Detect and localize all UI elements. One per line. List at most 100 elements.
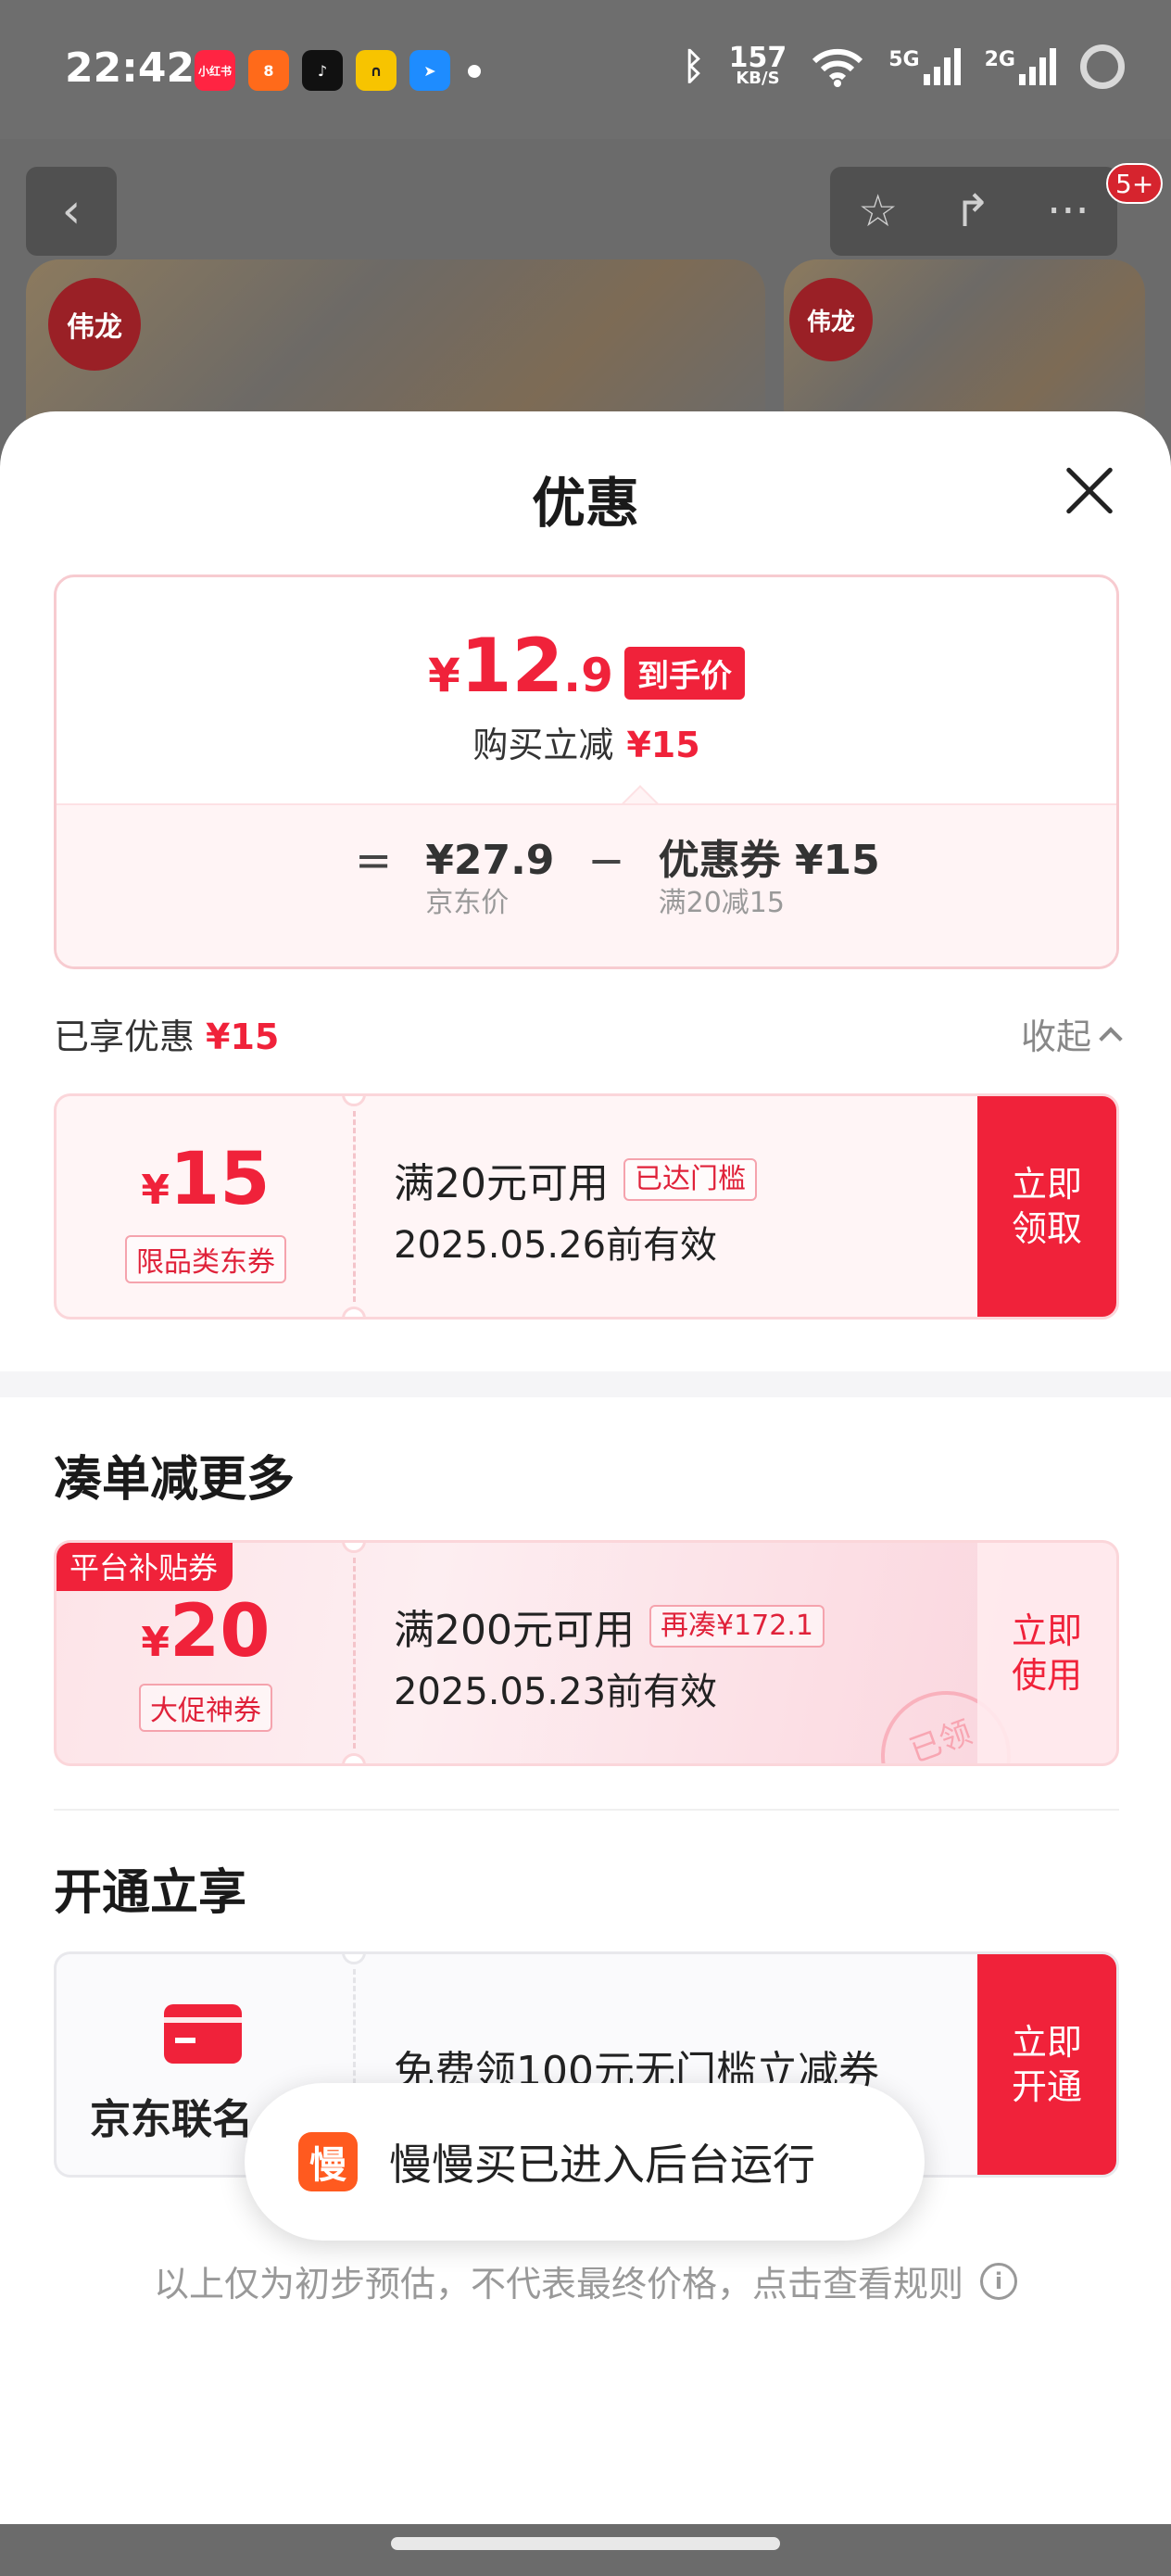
coupon-term: 优惠券 ¥15 满20减15	[659, 835, 880, 920]
claim-coupon-button[interactable]: 立即 领取	[977, 1096, 1116, 1317]
reduce-line: 购买立减 ¥15	[57, 716, 1116, 767]
credit-card-icon	[164, 2004, 242, 2064]
jd-price-value: ¥27.9	[425, 837, 555, 884]
equals-sign: =	[355, 835, 393, 887]
coupon-card-promo: ¥20 大促神券 平台补贴券 满200元可用 再凑¥172.1 2025.05.…	[54, 1540, 1119, 1766]
manmanmai-app-icon: 慢	[298, 2132, 358, 2191]
coupon-status-badge: 已达门槛	[623, 1158, 757, 1201]
use-coupon-button[interactable]: 立即 使用	[977, 1543, 1116, 1763]
signal-bars-icon	[1019, 48, 1056, 85]
kuaishou-icon: 8	[248, 50, 289, 91]
currency-symbol: ¥	[141, 1619, 170, 1666]
douyin-icon: ♪	[302, 50, 343, 91]
price-breakdown-card: ¥12.9 到手价 购买立减 ¥15 = ¥27.9 京东价 − 优惠券 ¥15 …	[54, 575, 1119, 969]
bluetooth-icon: ᛒ	[682, 45, 705, 88]
wifi-icon	[812, 48, 863, 87]
coupon-term-rule: 满20减15	[658, 887, 785, 919]
more-notifications-dot	[468, 65, 481, 78]
network-speed: 157 KB/S	[729, 44, 787, 88]
rules-footnote[interactable]: 以上仅为初步预估，不代表最终价格，点击查看规则 i	[0, 2255, 1171, 2306]
platform-subsidy-tag: 平台补贴券	[57, 1543, 233, 1591]
footnote-text: 以上仅为初步预估，不代表最终价格，点击查看规则	[153, 2264, 963, 2305]
back-button[interactable]: ‹	[26, 167, 117, 256]
final-price-integer: 12	[460, 623, 564, 709]
coupon-amount: ¥20	[57, 1595, 355, 1680]
coupon-cut	[342, 1753, 366, 1763]
coupon-condition-line: 满20元可用 已达门槛	[394, 1150, 757, 1209]
currency-symbol: ¥	[141, 1167, 170, 1214]
battery-icon	[1080, 44, 1125, 89]
star-icon[interactable]: ☆	[858, 185, 898, 237]
open-membership-button[interactable]: 立即 开通	[977, 1954, 1116, 2175]
coupon-condition: 满200元可用	[394, 1607, 635, 1654]
share-icon[interactable]: ↱	[954, 185, 991, 237]
signal-sim2-label: 2G	[984, 48, 1015, 71]
signal-sim1: 5G	[888, 48, 961, 85]
network-speed-unit: KB/S	[736, 69, 780, 88]
section-title-more: 凑单减更多	[54, 1452, 296, 1508]
coupon-amount: ¥15	[57, 1143, 355, 1228]
coupon-status-badge: 再凑¥172.1	[648, 1605, 825, 1648]
reduce-amount: ¥15	[626, 725, 700, 765]
coupon-amount-value: 15	[170, 1138, 271, 1221]
minus-sign: −	[587, 835, 625, 887]
message-badge: 5+	[1106, 163, 1164, 204]
enjoyed-discount-row: 已享优惠 ¥15 收起	[54, 1004, 1123, 1060]
app-blue-icon: ➤	[409, 50, 450, 91]
coupon-term-value: 优惠券 ¥15	[658, 837, 880, 884]
final-price-tag: 到手价	[623, 647, 745, 700]
coupon-type-badge: 大促神券	[139, 1684, 272, 1732]
header-actions: ☆ ↱ ···	[830, 167, 1117, 256]
membership-name: 京东联名	[90, 2096, 253, 2143]
sheet-title: 优惠	[531, 472, 639, 535]
use-coupon-label: 立即 使用	[1011, 1610, 1082, 1696]
signal-sim2: 2G	[985, 48, 1056, 85]
brand-logo: 伟龙	[48, 278, 141, 371]
more-icon[interactable]: ···	[1047, 185, 1089, 237]
app-yellow-icon: ∩	[356, 50, 397, 91]
status-indicators: ᛒ 157 KB/S 5G 2G	[683, 44, 1125, 89]
final-price: ¥12.9	[428, 629, 613, 713]
coupon-cut	[342, 1307, 366, 1317]
final-price-area: ¥12.9 到手价 购买立减 ¥15	[57, 577, 1116, 803]
reduce-label: 购买立减	[472, 725, 614, 765]
system-nav-bar	[0, 2524, 1171, 2576]
price-formula-area: = ¥27.9 京东价 − 优惠券 ¥15 满20减15	[57, 803, 1116, 966]
notification-app-icons: 小红书 8 ♪ ∩ ➤	[195, 50, 450, 91]
coupon-value-area: ¥15 限品类东券	[57, 1096, 355, 1317]
status-time: 22:42	[65, 44, 195, 92]
coupon-type-badge: 限品类东券	[125, 1235, 286, 1283]
chevron-up-icon	[1099, 1026, 1123, 1051]
section-title-open: 开通立享	[54, 1865, 247, 1921]
coupon-condition-line: 满200元可用 再凑¥172.1	[394, 1597, 825, 1656]
home-indicator[interactable]	[391, 2537, 780, 2550]
enjoyed-amount: ¥15	[206, 1017, 280, 1057]
final-price-decimal: .9	[563, 649, 613, 702]
currency-symbol: ¥	[428, 649, 460, 702]
signal-bars-icon	[923, 48, 961, 85]
claim-coupon-label: 立即 领取	[1011, 1164, 1082, 1249]
discount-sheet: 优惠 ¥12.9 到手价 购买立减 ¥15 = ¥27.9 京东价 − 优惠券 …	[0, 411, 1171, 2524]
brand-logo: 伟龙	[789, 278, 873, 361]
coupon-condition: 满20元可用	[394, 1160, 609, 1207]
coupon-divider	[353, 1111, 356, 1302]
divider-line	[54, 1809, 1119, 1811]
background-running-toast: 慢 慢慢买已进入后台运行	[245, 2083, 925, 2241]
coupon-divider	[353, 1558, 356, 1749]
enjoyed-text: 已享优惠	[54, 1017, 195, 1057]
open-membership-label: 立即 开通	[1011, 2022, 1082, 2107]
xiaohongshu-icon: 小红书	[195, 50, 235, 91]
status-bar: 22:42 小红书 8 ♪ ∩ ➤ ᛒ 157 KB/S 5G 2G	[0, 0, 1171, 139]
jd-price-label: 京东价	[425, 887, 510, 919]
section-separator	[0, 1371, 1171, 1397]
coupon-card-category: ¥15 限品类东券 满20元可用 已达门槛 2025.05.26前有效 立即 领…	[54, 1093, 1119, 1320]
enjoyed-label: 已享优惠 ¥15	[54, 1008, 279, 1059]
coupon-expiry: 2025.05.23前有效	[394, 1671, 718, 1713]
collapse-toggle[interactable]: 收起	[1020, 1008, 1123, 1059]
close-icon[interactable]	[1056, 458, 1121, 523]
toast-text: 慢慢买已进入后台运行	[389, 2140, 815, 2190]
collapse-label: 收起	[1020, 1017, 1091, 1057]
coupon-expiry: 2025.05.26前有效	[394, 1224, 718, 1267]
info-icon[interactable]: i	[980, 2262, 1017, 2300]
back-icon: ‹	[61, 183, 82, 239]
